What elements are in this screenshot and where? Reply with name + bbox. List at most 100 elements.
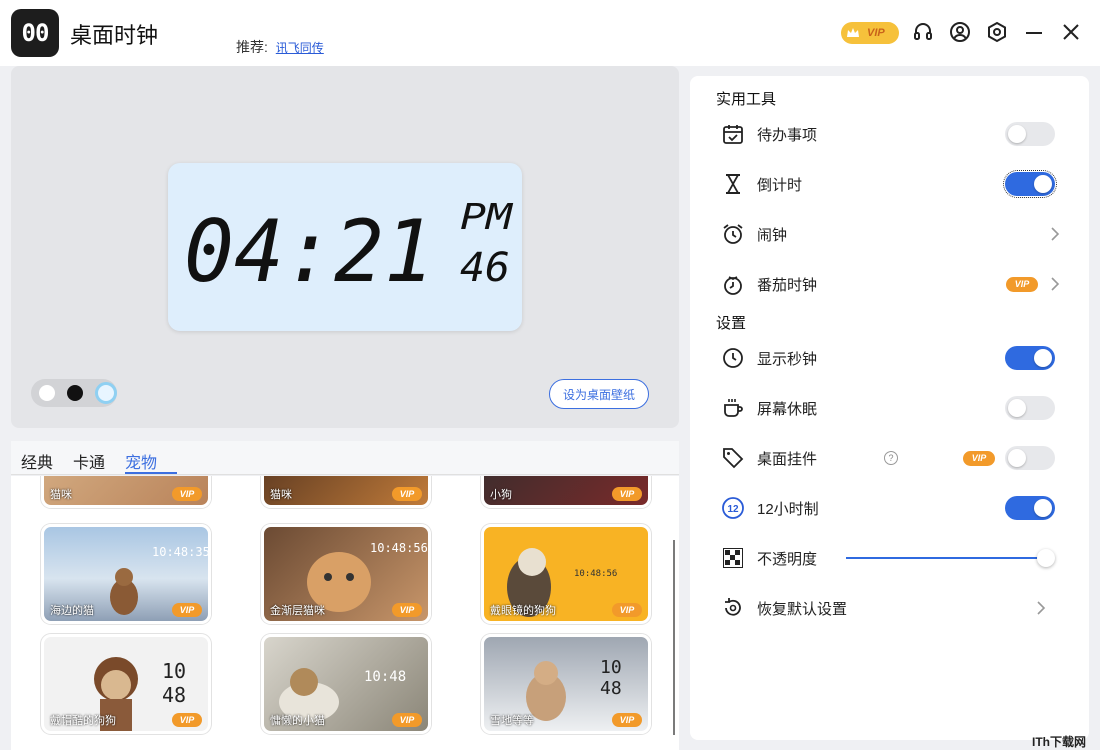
hour12-row: 12 12小时制: [690, 490, 1089, 526]
clock-ampm: PM: [460, 197, 514, 238]
desktop-widget-row: 桌面挂件 ? VIP: [690, 440, 1089, 476]
chevron-right-icon[interactable]: [1048, 227, 1062, 241]
wallpaper-gallery: 猫咪 VIP 猫咪 VIP 小狗 VIP 10:48:35 海边的猫 VIP 1…: [11, 476, 679, 750]
tools-section-title: 实用工具: [716, 91, 777, 108]
set-wallpaper-button[interactable]: 设为桌面壁纸: [549, 379, 649, 409]
tomato-timer-icon: [721, 272, 745, 296]
hour-12-icon: 12: [721, 496, 745, 520]
settings-section-title: 设置: [716, 315, 747, 332]
tab-classic[interactable]: 经典: [21, 449, 53, 473]
restore-settings-icon: [721, 596, 745, 620]
countdown-row: 倒计时: [690, 166, 1089, 202]
show-seconds-row: 显示秒钟: [690, 340, 1089, 376]
app-logo: 00: [11, 9, 59, 57]
restore-label: 恢复默认设置: [757, 600, 848, 618]
card-label: 戴眼镜的狗狗: [490, 605, 556, 617]
settings-icon[interactable]: [985, 20, 1009, 44]
screen-sleep-toggle[interactable]: [1005, 396, 1055, 420]
vip-tag: VIP: [172, 713, 202, 727]
gallery-card[interactable]: 10:48:56 戴眼镜的狗狗 VIP: [481, 524, 651, 624]
vip-tag: VIP: [612, 487, 642, 501]
screen-sleep-row: 屏幕休眠: [690, 390, 1089, 426]
gallery-card[interactable]: 10 48 戴帽酷的狗狗 VIP: [41, 634, 211, 734]
card-label: 小狗: [490, 489, 512, 501]
gallery-card[interactable]: 10:48 慵懒的小猫 VIP: [261, 634, 431, 734]
vip-tag: VIP: [612, 603, 642, 617]
vip-tag: VIP: [392, 603, 422, 617]
swatch-white[interactable]: [39, 385, 55, 401]
restore-row[interactable]: 恢复默认设置: [690, 590, 1089, 626]
vip-label: VIP: [867, 27, 885, 39]
opacity-label: 不透明度: [757, 550, 818, 568]
gallery-card[interactable]: 小狗 VIP: [481, 476, 651, 508]
recommend-area: 推荐: 讯飞同传: [236, 37, 324, 57]
clock-seconds: 46: [460, 245, 510, 291]
clock-digits: 04:21: [184, 202, 434, 302]
vip-tag: VIP: [1006, 276, 1038, 292]
recommend-link[interactable]: 讯飞同传: [276, 41, 324, 55]
help-icon[interactable]: ?: [884, 451, 898, 465]
card-clock: 10:48: [364, 669, 407, 685]
vip-tag: VIP: [172, 603, 202, 617]
checker-icon: [721, 546, 745, 570]
tag-icon: [721, 446, 745, 470]
gallery-card[interactable]: 10:48:35 海边的猫 VIP: [41, 524, 211, 624]
vip-tag: VIP: [392, 713, 422, 727]
gallery-card[interactable]: 猫咪 VIP: [41, 476, 211, 508]
card-label: 戴帽酷的狗狗: [50, 715, 116, 727]
swatch-black[interactable]: [67, 385, 83, 401]
gallery-card[interactable]: 10 48 雪地等等 VIP: [481, 634, 651, 734]
countdown-label: 倒计时: [757, 176, 803, 194]
category-tabs: 经典 卡通 宠物: [11, 441, 679, 475]
card-label: 猫咪: [50, 489, 72, 501]
hourglass-icon: [721, 172, 745, 196]
vip-button[interactable]: VIP: [841, 22, 899, 44]
countdown-toggle[interactable]: [1003, 170, 1057, 198]
clock-preview-card: 04:21 PM 46: [168, 163, 522, 331]
digital-clock-display: 04:21 PM 46: [184, 197, 514, 302]
active-tab-indicator: [125, 472, 177, 474]
color-swatches: [31, 379, 117, 407]
pomodoro-row[interactable]: 番茄时钟 VIP: [690, 266, 1089, 302]
watermark: ITh下载网: [1032, 735, 1086, 749]
swatch-light-blue[interactable]: [95, 382, 117, 404]
svg-text:12: 12: [727, 504, 739, 515]
todo-label: 待办事项: [757, 126, 818, 144]
gallery-scrollbar[interactable]: [673, 540, 675, 735]
recommend-label: 推荐:: [236, 39, 268, 55]
gallery-card[interactable]: 猫咪 VIP: [261, 476, 431, 508]
alarm-label: 闹钟: [757, 226, 788, 244]
desktop-widget-toggle[interactable]: [1005, 446, 1055, 470]
chevron-right-icon[interactable]: [1034, 601, 1048, 615]
card-clock: 10:48:56: [574, 569, 618, 579]
title-bar: 00 桌面时钟 推荐: 讯飞同传 VIP: [0, 0, 1100, 66]
desktop-widget-label: 桌面挂件: [757, 450, 818, 468]
chevron-right-icon[interactable]: [1048, 277, 1062, 291]
todo-toggle[interactable]: [1005, 122, 1055, 146]
settings-panel: 实用工具 待办事项 倒计时 闹钟 番茄时钟 VIP 设置 显示秒钟 屏幕休眠 桌…: [690, 76, 1089, 740]
card-clock: 10:48:35: [152, 545, 210, 559]
headset-icon[interactable]: [911, 20, 935, 44]
opacity-slider-handle[interactable]: [1037, 549, 1055, 567]
tab-pets[interactable]: 宠物: [125, 449, 157, 473]
todo-row: 待办事项: [690, 116, 1089, 152]
hour12-toggle[interactable]: [1005, 496, 1055, 520]
vip-tag: VIP: [392, 487, 422, 501]
close-icon[interactable]: [1059, 20, 1083, 44]
calendar-check-icon: [721, 122, 745, 146]
opacity-slider[interactable]: [846, 557, 1046, 559]
hour12-label: 12小时制: [757, 500, 819, 518]
card-label: 金渐层猫咪: [270, 605, 325, 617]
vip-tag: VIP: [172, 487, 202, 501]
show-seconds-toggle[interactable]: [1005, 346, 1055, 370]
alarm-row[interactable]: 闹钟: [690, 216, 1089, 252]
user-icon[interactable]: [948, 20, 972, 44]
tab-cartoon[interactable]: 卡通: [73, 449, 105, 473]
app-title: 桌面时钟: [70, 23, 159, 48]
vip-tag: VIP: [612, 713, 642, 727]
vip-tag: VIP: [963, 450, 995, 466]
minimize-icon[interactable]: [1022, 20, 1046, 44]
gallery-card[interactable]: 10:48:56 金渐层猫咪 VIP: [261, 524, 431, 624]
screen-sleep-label: 屏幕休眠: [757, 400, 818, 418]
card-label: 海边的猫: [50, 605, 94, 617]
